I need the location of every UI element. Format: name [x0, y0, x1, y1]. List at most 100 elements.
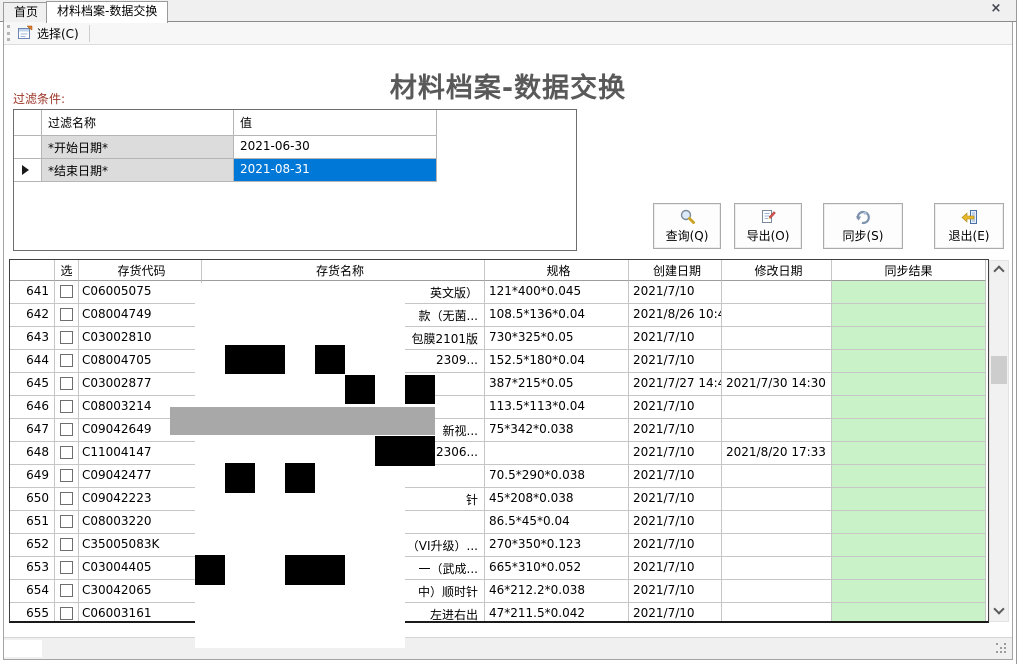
table-row[interactable]: 649C0904247770.5*290*0.0382021/7/10 — [10, 465, 988, 488]
spec-cell: 152.5*180*0.04 — [485, 350, 629, 373]
row-number-cell: 652 — [10, 534, 55, 557]
row-checkbox[interactable] — [60, 538, 73, 551]
inventory-table: 选存货代码存货名称规格创建日期修改日期同步结果 641C06005075英文版）… — [9, 259, 989, 623]
table-row[interactable]: 655C06003161左进右出47*211.5*0.0422021/7/10 — [10, 603, 988, 623]
close-icon[interactable]: × — [988, 1, 1004, 17]
table-row[interactable]: 643C03002810包膜2101版730*325*0.052021/7/10 — [10, 327, 988, 350]
row-checkbox[interactable] — [60, 377, 73, 390]
row-number-cell: 646 — [10, 396, 55, 419]
select-cell — [55, 603, 79, 623]
scrollbar-thumb[interactable] — [991, 356, 1007, 384]
resize-grip-icon[interactable] — [996, 643, 998, 645]
export-button-label: 导出(O) — [747, 227, 790, 244]
column-header[interactable]: 规格 — [485, 260, 629, 281]
row-checkbox[interactable] — [60, 561, 73, 574]
row-checkbox[interactable] — [60, 515, 73, 528]
spec-cell: 121*400*0.045 — [485, 281, 629, 304]
created-date-cell: 2021/8/26 10:44 — [629, 304, 722, 327]
table-row[interactable]: 647C09042649新视...75*342*0.0382021/7/10 — [10, 419, 988, 442]
toolbar: 选择(C) — [4, 22, 1012, 45]
table-row[interactable]: 654C30042065中）顺时针46*212.2*0.0382021/7/10 — [10, 580, 988, 603]
spec-cell — [485, 442, 629, 465]
table-row[interactable]: 641C06005075英文版）121*400*0.0452021/7/10 — [10, 281, 988, 304]
table-row[interactable]: 648C110041472306...2021/7/102021/8/20 17… — [10, 442, 988, 465]
inventory-code-cell: C06005075 — [79, 281, 202, 304]
row-checkbox[interactable] — [60, 423, 73, 436]
sync-button[interactable]: 同步(S) — [823, 203, 903, 249]
inventory-code-cell: C08004749 — [79, 304, 202, 327]
select-button[interactable]: 选择(C) — [14, 23, 85, 44]
status-bar-panel — [4, 640, 42, 657]
filter-col-value-header: 值 — [234, 110, 437, 136]
filter-name-cell[interactable]: *开始日期* — [42, 136, 234, 159]
row-number-cell: 641 — [10, 281, 55, 304]
row-checkbox[interactable] — [60, 469, 73, 482]
scroll-down-icon[interactable] — [990, 604, 1008, 620]
column-header[interactable]: 创建日期 — [629, 260, 722, 281]
current-row-arrow-icon — [22, 165, 29, 175]
select-cell — [55, 350, 79, 373]
table-row[interactable]: 645C03002877387*215*0.052021/7/27 14:472… — [10, 373, 988, 396]
row-checkbox[interactable] — [60, 308, 73, 321]
scroll-up-icon[interactable] — [990, 262, 1008, 278]
modified-date-cell — [722, 281, 832, 304]
inventory-code-cell: C09042223 — [79, 488, 202, 511]
row-checkbox[interactable] — [60, 584, 73, 597]
row-number-cell: 645 — [10, 373, 55, 396]
row-number-cell: 653 — [10, 557, 55, 580]
filter-value-cell[interactable]: 2021-08-31 — [234, 159, 437, 182]
row-checkbox[interactable] — [60, 285, 73, 298]
filter-value-cell[interactable]: 2021-06-30 — [234, 136, 437, 159]
column-header[interactable]: 选 — [55, 260, 79, 281]
table-row[interactable]: 651C0800322086.5*45*0.042021/7/10 — [10, 511, 988, 534]
sync-icon — [853, 208, 873, 226]
query-button[interactable]: 查询(Q) — [653, 203, 721, 249]
tab-home[interactable]: 首页 — [3, 2, 49, 22]
sync-result-cell — [832, 603, 986, 623]
column-header[interactable]: 存货代码 — [79, 260, 202, 281]
tab-active-label: 材料档案-数据交换 — [57, 4, 157, 18]
created-date-cell: 2021/7/10 — [629, 580, 722, 603]
spec-cell: 108.5*136*0.04 — [485, 304, 629, 327]
row-checkbox[interactable] — [60, 446, 73, 459]
column-header[interactable]: 修改日期 — [722, 260, 832, 281]
created-date-cell: 2021/7/10 — [629, 557, 722, 580]
page-title: 材料档案-数据交换 — [4, 66, 1012, 105]
sync-result-cell — [832, 281, 986, 304]
export-icon — [758, 208, 778, 226]
created-date-cell: 2021/7/10 — [629, 281, 722, 304]
row-checkbox[interactable] — [60, 331, 73, 344]
table-row[interactable]: 644C080047052309...152.5*180*0.042021/7/… — [10, 350, 988, 373]
row-checkbox[interactable] — [60, 607, 73, 620]
column-header[interactable]: 存货名称 — [202, 260, 485, 281]
export-button[interactable]: 导出(O) — [734, 203, 802, 249]
filter-row[interactable]: *结束日期*2021-08-31 — [14, 159, 576, 182]
inventory-code-cell: C08004705 — [79, 350, 202, 373]
row-checkbox[interactable] — [60, 492, 73, 505]
redaction-box — [225, 345, 285, 374]
modified-date-cell — [722, 580, 832, 603]
table-row[interactable]: 650C09042223针45*208*0.0382021/7/10 — [10, 488, 988, 511]
filter-row[interactable]: *开始日期*2021-06-30 — [14, 136, 576, 159]
redaction-box — [345, 375, 375, 404]
table-row[interactable]: 642C08004749款（无菌...108.5*136*0.042021/8/… — [10, 304, 988, 327]
row-checkbox[interactable] — [60, 400, 73, 413]
row-number-cell: 649 — [10, 465, 55, 488]
spec-cell: 665*310*0.052 — [485, 557, 629, 580]
toolbar-grip[interactable] — [7, 25, 10, 41]
filter-name-cell[interactable]: *结束日期* — [42, 159, 234, 182]
column-header-rownum[interactable] — [10, 260, 55, 281]
table-row[interactable]: 646C08003214113.5*113*0.042021/7/10 — [10, 396, 988, 419]
tab-material-data-exchange[interactable]: 材料档案-数据交换 — [46, 1, 168, 23]
row-checkbox[interactable] — [60, 354, 73, 367]
inventory-code-cell: C06003161 — [79, 603, 202, 623]
column-header[interactable]: 同步结果 — [832, 260, 986, 281]
table-row[interactable]: 652C35005083K（VI升级）...270*350*0.1232021/… — [10, 534, 988, 557]
row-number-cell: 642 — [10, 304, 55, 327]
table-vertical-scrollbar[interactable] — [989, 260, 1009, 622]
row-number-cell: 648 — [10, 442, 55, 465]
select-cell — [55, 419, 79, 442]
exit-door-icon — [959, 208, 979, 226]
exit-button[interactable]: 退出(E) — [934, 203, 1004, 249]
table-row[interactable]: 653C03004405一（武成...665*310*0.0522021/7/1… — [10, 557, 988, 580]
